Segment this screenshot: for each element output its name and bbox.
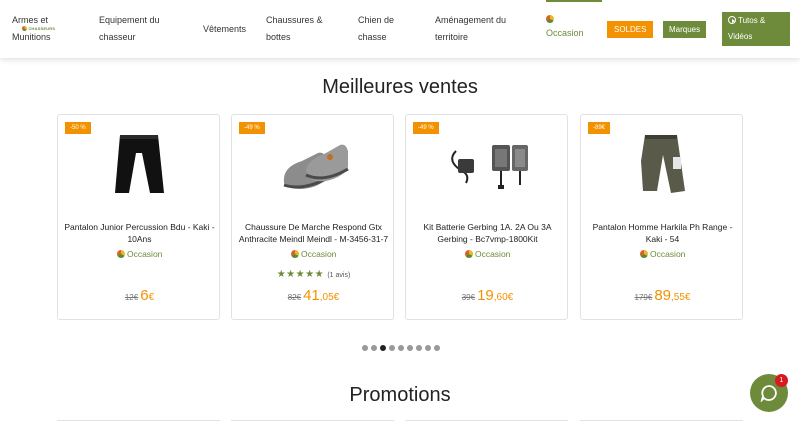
product-price: 179€ 89,55€ xyxy=(634,287,691,304)
product-price: 82€ 41,05€ xyxy=(287,287,340,304)
best-sellers-title: Meilleures ventes xyxy=(322,76,478,98)
product-price: 39€ 19,60€ xyxy=(461,287,514,304)
condition-label: Occasion xyxy=(232,249,395,259)
product-card[interactable]: -49 % Kit Batterie Gerbing 1A. 2A Ou 3A … xyxy=(405,114,568,320)
nav-item-chien[interactable]: Chien de chasse xyxy=(358,12,394,46)
occasion-icon xyxy=(546,15,554,23)
condition-label: Occasion xyxy=(406,249,569,259)
carousel-dot[interactable] xyxy=(425,345,431,351)
product-name[interactable]: Pantalon Junior Percussion Bdu - Kaki - … xyxy=(58,221,221,245)
nav-item-occasion[interactable]: Occasion xyxy=(546,0,602,42)
tutos-videos-button[interactable]: Tutos & Vidéos xyxy=(722,12,790,46)
chat-notification-badge: 1 xyxy=(775,374,788,387)
occasion-icon xyxy=(639,250,648,258)
nav-item-equipement[interactable]: Equipement du chasseur xyxy=(99,12,160,46)
chat-icon xyxy=(760,385,777,402)
carousel-dot[interactable] xyxy=(362,345,368,351)
carousel-dot[interactable] xyxy=(416,345,422,351)
product-image[interactable] xyxy=(581,131,744,195)
play-icon xyxy=(728,16,736,24)
logo-icon xyxy=(22,26,27,31)
occasion-icon xyxy=(464,250,473,258)
product-name[interactable]: Kit Batterie Gerbing 1A. 2A Ou 3A Gerbin… xyxy=(406,221,569,245)
promo-card-edge xyxy=(580,420,743,424)
active-underline xyxy=(546,0,602,2)
product-price: 12€ 6€ xyxy=(124,287,155,304)
promo-card-edge xyxy=(405,420,568,424)
product-name[interactable]: Pantalon Homme Harkila Ph Range - Kaki -… xyxy=(581,221,744,245)
carousel-dot[interactable] xyxy=(407,345,413,351)
soldes-button[interactable]: SOLDES xyxy=(607,21,654,38)
product-card[interactable]: -89€ Pantalon Homme Harkila Ph Range - K… xyxy=(580,114,743,320)
promo-card-edge xyxy=(231,420,394,424)
top-navigation: Armes et Munitions CHASSEURS Equipement … xyxy=(0,0,800,58)
product-name[interactable]: Chaussure De Marche Respond Gtx Anthraci… xyxy=(232,221,395,245)
carousel-dot-active[interactable] xyxy=(380,345,386,351)
product-image[interactable] xyxy=(406,131,569,195)
condition-label: Occasion xyxy=(581,249,744,259)
product-image[interactable] xyxy=(232,131,395,195)
product-card[interactable]: -50 % Pantalon Junior Percussion Bdu - K… xyxy=(57,114,220,320)
promotions-title: Promotions xyxy=(349,384,451,406)
occasion-icon xyxy=(116,250,125,258)
product-image[interactable] xyxy=(58,131,221,195)
condition-label: Occasion xyxy=(58,249,221,259)
rating-stars[interactable]: ★★★★★ (1 avis) xyxy=(232,269,395,280)
carousel-pagination xyxy=(362,338,443,356)
occasion-icon xyxy=(290,250,299,258)
nav-item-chaussures[interactable]: Chaussures & bottes xyxy=(266,12,323,46)
nav-item-vetements[interactable]: Vêtements xyxy=(203,21,246,38)
product-card[interactable]: -49 % Chaussure De Marche Respond Gtx An… xyxy=(231,114,394,320)
carousel-dot[interactable] xyxy=(398,345,404,351)
logo[interactable]: CHASSEURS xyxy=(22,26,55,31)
carousel-dot[interactable] xyxy=(371,345,377,351)
marques-button[interactable]: Marques xyxy=(663,21,707,38)
carousel-dot[interactable] xyxy=(389,345,395,351)
nav-item-amenagement[interactable]: Aménagement du territoire xyxy=(435,12,506,46)
promo-card-edge xyxy=(57,420,220,424)
carousel-dot[interactable] xyxy=(434,345,440,351)
